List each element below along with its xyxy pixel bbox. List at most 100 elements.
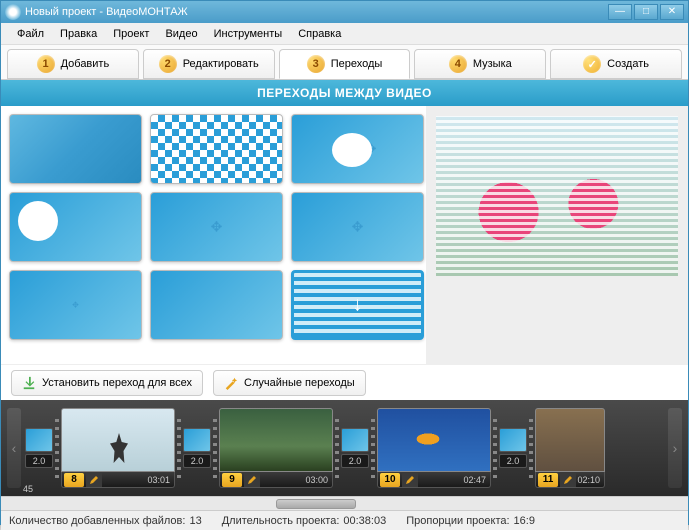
- move-icon: ✥: [352, 219, 364, 236]
- timeline-transition[interactable]: 2.0: [341, 428, 369, 468]
- tab-edit[interactable]: 2 Редактировать: [143, 49, 275, 79]
- statusbar: Количество добавленных файлов: 13 Длител…: [1, 510, 688, 530]
- timeline-next-button[interactable]: ›: [668, 408, 682, 488]
- menu-help[interactable]: Справка: [290, 26, 349, 42]
- tab-label: Добавить: [61, 58, 110, 70]
- transition-item[interactable]: ✥: [9, 192, 142, 262]
- timeline-transition[interactable]: 2.0: [25, 428, 53, 468]
- pencil-icon: [89, 475, 99, 485]
- edit-clip-button[interactable]: [560, 473, 576, 487]
- dots-separator-icon: [177, 418, 181, 478]
- timeline-clip[interactable]: 11 02:10: [535, 408, 605, 488]
- download-icon: [22, 376, 36, 390]
- transition-duration: 2.0: [183, 454, 211, 468]
- transition-item[interactable]: ✥: [291, 114, 424, 184]
- transition-item[interactable]: ✥: [150, 192, 283, 262]
- tab-label: Редактировать: [183, 58, 259, 70]
- step-number-icon: 1: [37, 55, 55, 73]
- clip-thumbnail: [377, 408, 491, 472]
- pencil-icon: [247, 475, 257, 485]
- clip-duration: 03:00: [260, 475, 332, 485]
- clip-infobar: 8 03:01: [61, 472, 175, 488]
- timeline-clip[interactable]: 9 03:00: [219, 408, 333, 488]
- menu-video[interactable]: Видео: [157, 26, 205, 42]
- edit-clip-button[interactable]: [86, 473, 102, 487]
- tab-label: Создать: [607, 58, 649, 70]
- move-icon: ✥: [365, 141, 377, 158]
- menu-tools[interactable]: Инструменты: [206, 26, 291, 42]
- main-area: ✥ ✥ ✥ ✥ ✥: [1, 106, 688, 364]
- transition-duration: 2.0: [25, 454, 53, 468]
- section-header: ПЕРЕХОДЫ МЕЖДУ ВИДЕО: [1, 80, 688, 106]
- wand-icon: [224, 376, 238, 390]
- preview-panel: [426, 106, 688, 364]
- transition-thumb-icon: [183, 428, 211, 452]
- step-tabs: 1 Добавить 2 Редактировать 3 Переходы 4 …: [1, 45, 688, 80]
- timeline: ‹ 45 2.0 8 03:01 2.0: [1, 400, 688, 496]
- random-button[interactable]: Случайные переходы: [213, 370, 366, 396]
- transitions-grid[interactable]: ✥ ✥ ✥ ✥ ✥: [1, 106, 426, 364]
- transition-preview: [436, 116, 678, 276]
- edit-clip-button[interactable]: [244, 473, 260, 487]
- transition-item[interactable]: ✥: [9, 270, 142, 340]
- step-number-icon: 3: [307, 55, 325, 73]
- action-bar: Установить переход для всех Случайные пе…: [1, 364, 688, 400]
- scrollbar-thumb[interactable]: [276, 499, 356, 509]
- clip-number: 9: [222, 473, 242, 487]
- pencil-icon: [405, 475, 415, 485]
- menu-project[interactable]: Проект: [105, 26, 157, 42]
- tab-create[interactable]: ✓ Создать: [550, 49, 682, 79]
- transition-duration: 2.0: [341, 454, 369, 468]
- app-icon: [5, 4, 21, 20]
- clip-number: 11: [538, 473, 558, 487]
- button-label: Установить переход для всех: [42, 377, 192, 389]
- clip-infobar: 11 02:10: [535, 472, 605, 488]
- dots-separator-icon: [371, 418, 375, 478]
- clip-thumbnail: [535, 408, 605, 472]
- minimize-button[interactable]: —: [608, 4, 632, 20]
- timeline-scrollbar[interactable]: [1, 496, 688, 510]
- clip-duration: 02:47: [418, 475, 490, 485]
- transition-item[interactable]: [150, 270, 283, 340]
- timeline-clip[interactable]: 8 03:01: [61, 408, 175, 488]
- clip-duration: 02:10: [576, 475, 604, 485]
- transition-item[interactable]: [9, 114, 142, 184]
- close-button[interactable]: ✕: [660, 4, 684, 20]
- clip-thumbnail: [219, 408, 333, 472]
- menu-edit[interactable]: Правка: [52, 26, 105, 42]
- clip-number: 10: [380, 473, 400, 487]
- transition-thumb-icon: [499, 428, 527, 452]
- timeline-clip[interactable]: 10 02:47: [377, 408, 491, 488]
- tab-transitions[interactable]: 3 Переходы: [279, 49, 411, 79]
- maximize-button[interactable]: □: [634, 4, 658, 20]
- tab-music[interactable]: 4 Музыка: [414, 49, 546, 79]
- tab-add[interactable]: 1 Добавить: [7, 49, 139, 79]
- move-icon: ✥: [72, 301, 79, 310]
- timeline-prev-button[interactable]: ‹: [7, 408, 21, 488]
- transition-item-selected[interactable]: [291, 270, 424, 340]
- timeline-content[interactable]: 2.0 8 03:01 2.0 9: [21, 408, 668, 488]
- dots-separator-icon: [213, 418, 217, 478]
- transition-duration: 2.0: [499, 454, 527, 468]
- dots-separator-icon: [55, 418, 59, 478]
- step-number-icon: 2: [159, 55, 177, 73]
- dots-separator-icon: [335, 418, 339, 478]
- tab-label: Переходы: [331, 58, 383, 70]
- window-title: Новый проект - ВидеоМОНТАЖ: [25, 6, 606, 18]
- timeline-transition[interactable]: 2.0: [499, 428, 527, 468]
- clip-infobar: 9 03:00: [219, 472, 333, 488]
- button-label: Случайные переходы: [244, 377, 355, 389]
- menu-file[interactable]: Файл: [9, 26, 52, 42]
- clip-infobar: 10 02:47: [377, 472, 491, 488]
- clip-duration: 03:01: [102, 475, 174, 485]
- clip-number: 8: [64, 473, 84, 487]
- timeline-prev-index: 45: [23, 484, 33, 494]
- move-icon: ✥: [211, 219, 223, 236]
- apply-all-button[interactable]: Установить переход для всех: [11, 370, 203, 396]
- transition-item[interactable]: ✥: [291, 192, 424, 262]
- transition-thumb-icon: [341, 428, 369, 452]
- transition-item[interactable]: [150, 114, 283, 184]
- dots-separator-icon: [529, 418, 533, 478]
- timeline-transition[interactable]: 2.0: [183, 428, 211, 468]
- edit-clip-button[interactable]: [402, 473, 418, 487]
